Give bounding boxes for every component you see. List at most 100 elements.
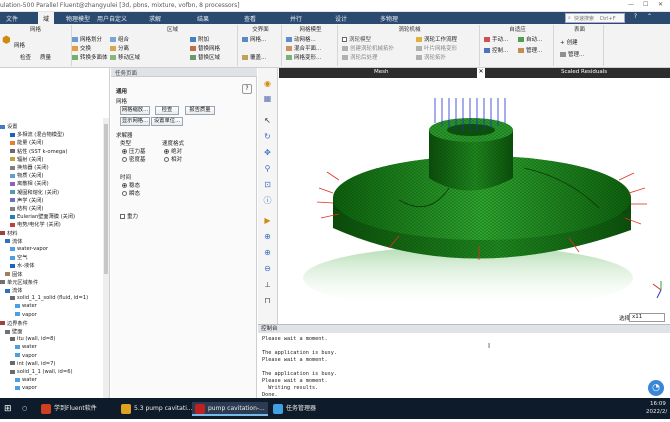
turbo-topology2-button[interactable]: 涡轮拓扑 <box>416 53 446 61</box>
tree-item[interactable]: vapor <box>15 353 37 359</box>
separate-button[interactable]: 分离 <box>110 44 129 52</box>
rotate-icon[interactable]: ↻ <box>262 131 273 142</box>
tree-item[interactable]: 水-液体 <box>10 262 34 269</box>
tab-design[interactable]: 设计 <box>335 14 347 23</box>
search-icon[interactable]: ○ <box>22 402 27 416</box>
taskbar-app-pump-cavitation-ppt[interactable]: 5.3 pump cavitati... <box>118 402 196 416</box>
mixing-plane-button[interactable]: 混合平面... <box>286 44 321 52</box>
tree-item[interactable]: 流体 <box>5 238 22 245</box>
tab-scaled-residuals[interactable]: Scaled Residuals <box>561 69 607 75</box>
swap-button[interactable]: 交换 <box>72 44 91 52</box>
zoom-box-icon[interactable]: ⊡ <box>262 179 273 190</box>
velocity-absolute-radio[interactable]: 绝对 <box>164 147 182 155</box>
graphics-viewport[interactable]: 选择 x11 <box>279 68 670 324</box>
tree-item[interactable]: vapor <box>15 312 37 318</box>
lock-icon[interactable]: ⊓ <box>262 295 273 306</box>
tree-item[interactable]: Eulerian壁面薄膜 (关闭) <box>10 213 75 220</box>
tree-item[interactable]: 换热器 (关闭) <box>10 164 49 171</box>
turbo-postprocess-button[interactable]: 涡轮后处理 <box>342 53 378 61</box>
dynamic-mesh-button[interactable]: 动网格... <box>286 35 316 43</box>
tab-domain[interactable]: 域 <box>38 12 55 24</box>
append-button[interactable]: 附加 <box>190 35 209 43</box>
replace-zone-button[interactable]: 替换区域 <box>190 53 220 61</box>
quality-button[interactable]: 质量 <box>40 53 51 61</box>
report-quality-button[interactable]: 报告质量 <box>185 106 215 115</box>
selection-input[interactable]: x11 <box>629 313 665 322</box>
tree-item[interactable]: 物质 (关闭) <box>10 172 43 179</box>
tree-item[interactable]: itu (wall, id=8) <box>10 336 55 342</box>
taskbar-app-fluent[interactable]: pump cavitation-... <box>192 402 268 416</box>
tree-item[interactable]: water <box>15 344 37 350</box>
tree-item[interactable]: water <box>15 377 37 383</box>
tree-item[interactable]: int (wall, id=7) <box>10 361 55 367</box>
type-density-radio[interactable]: 密度基 <box>122 155 146 163</box>
tree-item[interactable]: 材料 <box>0 230 17 237</box>
tree-item[interactable]: water-vapor <box>10 246 48 252</box>
tab-physics[interactable]: 物理模型 <box>66 14 90 23</box>
tab-parallel[interactable]: 并行 <box>290 14 302 23</box>
type-pressure-radio[interactable]: 压力基 <box>122 147 146 155</box>
pointer-icon[interactable]: ↖ <box>262 115 273 126</box>
taskbar-app-task-manager[interactable]: 任务管理器 <box>270 402 319 416</box>
tree-item[interactable]: 多相流 (混合物模型) <box>10 131 64 138</box>
tree-item[interactable]: 粘性 (SST k-omega) <box>10 148 67 155</box>
surface-manage-button[interactable]: 管理... <box>560 50 584 58</box>
tab-mesh[interactable]: Mesh <box>374 69 388 75</box>
tab-file[interactable]: 文件 <box>6 14 18 23</box>
gravity-checkbox[interactable]: 重力 <box>120 212 138 220</box>
tree-item[interactable]: 流体 <box>5 287 22 294</box>
taskbar-app-fluent-course[interactable]: 学到Fluent软件 <box>38 402 100 416</box>
overset-button[interactable]: 覆盖... <box>242 53 266 61</box>
start-icon[interactable]: ⊞ <box>4 402 12 416</box>
fit-icon[interactable]: ⊕ <box>262 231 273 242</box>
tab-multiphysics[interactable]: 多物理 <box>380 14 398 23</box>
display-grid-button[interactable]: 显示网格... <box>120 117 150 126</box>
ribbon-collapse-icon[interactable]: ⌃ <box>644 13 655 23</box>
tree-item[interactable]: 固体 <box>5 271 22 278</box>
tree-item[interactable]: solid_1_1_solid (fluid, id=1) <box>10 295 88 301</box>
interface-mesh-button[interactable]: 网格... <box>242 35 266 43</box>
tree-item[interactable]: 电势/电化学 (关闭) <box>10 221 61 228</box>
tab-user-defined[interactable]: 用户自定义 <box>97 14 127 23</box>
grid-check-button[interactable]: 检查 <box>155 106 179 115</box>
zoom-out-icon[interactable]: ⊖ <box>262 263 273 274</box>
info-icon[interactable]: ⓘ <box>262 195 273 206</box>
adapt-control-button[interactable]: 控制... <box>484 46 508 54</box>
adapt-auto-button[interactable]: 自动... <box>518 35 542 43</box>
mesh-button[interactable]: 网格 <box>14 41 25 49</box>
mesh-morph-button[interactable]: 网格变形... <box>286 53 321 61</box>
time-steady-radio[interactable]: 稳态 <box>122 181 140 189</box>
colormap-icon[interactable]: ◉ <box>262 78 273 89</box>
tree-item[interactable]: 壁面 <box>5 328 22 335</box>
close-icon[interactable]: ✕ <box>477 68 485 78</box>
close-button[interactable]: ✕ <box>658 1 663 8</box>
tree-item[interactable]: 边界条件 <box>0 320 28 327</box>
turbo-workflow-button[interactable]: 涡轮工作流程 <box>416 35 457 43</box>
outline-scrollbar[interactable] <box>103 118 109 398</box>
help-icon[interactable]: ? <box>242 84 252 94</box>
tree-item[interactable]: 设置 <box>0 123 17 130</box>
adapt-manage-button[interactable]: 管理... <box>518 46 542 54</box>
tree-item[interactable]: 空气 <box>10 254 27 261</box>
velocity-relative-radio[interactable]: 相对 <box>164 155 182 163</box>
replace-mesh-button[interactable]: 替换网格 <box>190 44 220 52</box>
turbo-model-checkbox[interactable]: 涡轮模型 <box>342 35 371 43</box>
combine-button[interactable]: 组合 <box>110 35 129 43</box>
scrollbar-thumb[interactable] <box>104 124 108 274</box>
tree-item[interactable]: 结构 (关闭) <box>10 205 43 212</box>
tree-item[interactable]: 单元区域条件 <box>0 279 38 286</box>
turbo-topology-button[interactable]: 创建涡轮机械拓扑 <box>342 44 394 52</box>
tab-solve[interactable]: 求解 <box>149 14 161 23</box>
tab-results[interactable]: 结果 <box>197 14 209 23</box>
tree-item[interactable]: water <box>15 303 37 309</box>
layers-icon[interactable]: ▦ <box>262 93 273 104</box>
mesh-icon[interactable]: ⬢ <box>2 35 11 46</box>
quick-search-input[interactable]: ⌕ 快速搜索 Ctrl+F <box>565 13 625 23</box>
adapt-manual-button[interactable]: 手动... <box>484 35 508 43</box>
clock-date[interactable]: 2022/2/ <box>646 408 667 422</box>
tree-item[interactable]: solid_1_1 (wall, id=6) <box>10 369 73 375</box>
axes-icon[interactable]: ⟂ <box>262 279 273 290</box>
console-panel[interactable]: 控制台 Please wait a moment. The application… <box>258 324 670 398</box>
set-units-button[interactable]: 设置单位... <box>151 117 183 126</box>
convert-polyhedra-button[interactable]: 转换多面体 <box>72 53 108 61</box>
